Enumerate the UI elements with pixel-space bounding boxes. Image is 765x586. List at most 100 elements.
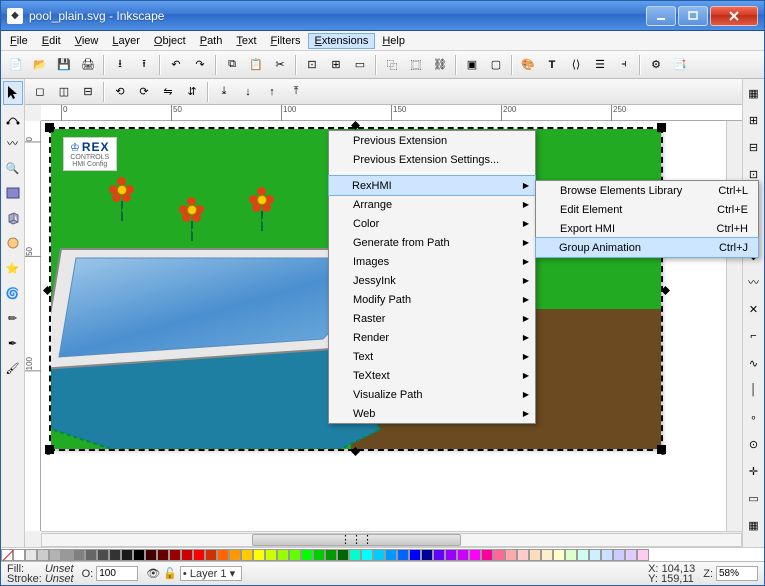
ruler-vertical[interactable]: 050100 [25,121,41,531]
ext-previous-extension[interactable]: Previous Extension [329,131,535,150]
swatch[interactable] [457,549,469,561]
ext-images[interactable]: Images▶ [329,252,535,271]
swatch[interactable] [625,549,637,561]
visibility-icon[interactable]: 👁 [146,567,160,580]
zoom-page-button[interactable]: ▭ [349,54,371,76]
clone-button[interactable]: ⿴ [405,54,427,76]
swatch[interactable] [157,549,169,561]
swatch[interactable] [337,549,349,561]
selvisible-button[interactable]: ◫ [53,81,75,103]
swatch[interactable] [385,549,397,561]
fliph-button[interactable]: ⇋ [157,81,179,103]
snap-line[interactable]: │ [744,378,764,402]
ext-raster[interactable]: Raster▶ [329,309,535,328]
snap-grid[interactable]: ▦ [744,513,764,537]
raise-button[interactable]: ↑ [261,81,283,103]
swatch[interactable] [25,549,37,561]
titlebar[interactable]: ◆ pool_plain.svg - Inkscape [1,1,764,31]
ungroup-button[interactable]: ▢ [485,54,507,76]
no-color-swatch[interactable] [1,549,13,561]
rexhmi-export-hmi[interactable]: Export HMICtrl+H [536,219,758,238]
menu-text[interactable]: Text [229,33,263,49]
snap-enable[interactable]: ▦ [744,81,764,105]
swatch[interactable] [133,549,145,561]
node-tool[interactable] [3,106,23,130]
swatch[interactable] [373,549,385,561]
menu-edit[interactable]: Edit [35,33,68,49]
select-tool[interactable] [3,81,23,105]
swatch[interactable] [421,549,433,561]
redo-button[interactable]: ↷ [189,54,211,76]
swatch[interactable] [613,549,625,561]
deselect-button[interactable]: ⊟ [77,81,99,103]
duplicate-button[interactable]: ⿻ [381,54,403,76]
swatch[interactable] [97,549,109,561]
swatch[interactable] [349,549,361,561]
zoom-fit-button[interactable]: ⊡ [301,54,323,76]
close-button[interactable] [710,6,758,26]
lower-bottom-button[interactable]: ⤓ [213,81,235,103]
layer-selector[interactable]: • Layer 1 ▾ [180,566,242,581]
rotcw-button[interactable]: ⟳ [133,81,155,103]
swatch[interactable] [445,549,457,561]
ellipse-tool[interactable] [3,231,23,255]
ext-textext[interactable]: TeXtext▶ [329,366,535,385]
menu-layer[interactable]: Layer [105,33,147,49]
sel-handle-nw[interactable]: ↖ [45,123,54,132]
stroke-value[interactable]: Unset [45,573,74,585]
menu-filters[interactable]: Filters [264,33,308,49]
swatch[interactable] [493,549,505,561]
ext-arrange[interactable]: Arrange▶ [329,195,535,214]
swatch[interactable] [361,549,373,561]
swatch[interactable] [565,549,577,561]
menu-view[interactable]: View [68,33,106,49]
ext-render[interactable]: Render▶ [329,328,535,347]
swatch[interactable] [205,549,217,561]
menu-extensions[interactable]: Extensions [308,33,376,49]
swatch[interactable] [481,549,493,561]
xml-button[interactable]: ⟨⟩ [565,54,587,76]
box3d-tool[interactable] [3,206,23,230]
swatch[interactable] [313,549,325,561]
scrollbar-horizontal[interactable]: ⋮⋮⋮ [41,531,742,547]
rect-tool[interactable] [3,181,23,205]
docprefs-button[interactable]: 📑 [669,54,691,76]
swatch[interactable] [61,549,73,561]
open-button[interactable]: 📂 [29,54,51,76]
swatch[interactable] [397,549,409,561]
align-button[interactable]: ⫞ [613,54,635,76]
swatch[interactable] [529,549,541,561]
snap-page[interactable]: ▭ [744,486,764,510]
swatch[interactable] [49,549,61,561]
ext-web[interactable]: Web▶ [329,404,535,423]
ext-color[interactable]: Color▶ [329,214,535,233]
snap-intersect[interactable]: ✕ [744,297,764,321]
cut-button[interactable]: ✂ [269,54,291,76]
rexhmi-browse-elements-library[interactable]: Browse Elements LibraryCtrl+L [536,181,758,200]
swatch[interactable] [85,549,97,561]
sel-handle-ne[interactable]: ↗ [657,123,666,132]
swatch[interactable] [217,549,229,561]
swatch[interactable] [577,549,589,561]
text-button[interactable]: T [541,54,563,76]
snap-objcenter[interactable]: ⊙ [744,432,764,456]
swatch[interactable] [229,549,241,561]
export-button[interactable]: ⭱ [133,54,155,76]
raise-top-button[interactable]: ⤒ [285,81,307,103]
swatch[interactable] [109,549,121,561]
minimize-button[interactable] [646,6,676,26]
lower-button[interactable]: ↓ [237,81,259,103]
bezier-tool[interactable]: ✒ [3,331,23,355]
swatch[interactable] [469,549,481,561]
swatch[interactable] [601,549,613,561]
tweak-tool[interactable]: 〰 [3,131,23,155]
zoom-input[interactable] [716,566,758,581]
menu-file[interactable]: File [3,33,35,49]
ext-jessyink[interactable]: JessyInk▶ [329,271,535,290]
pencil-tool[interactable]: ✏ [3,306,23,330]
menu-help[interactable]: Help [375,33,412,49]
opacity-input[interactable] [96,566,138,581]
swatch[interactable] [121,549,133,561]
star-tool[interactable]: ⭐ [3,256,23,280]
zoom-tool[interactable]: 🔍 [3,156,23,180]
